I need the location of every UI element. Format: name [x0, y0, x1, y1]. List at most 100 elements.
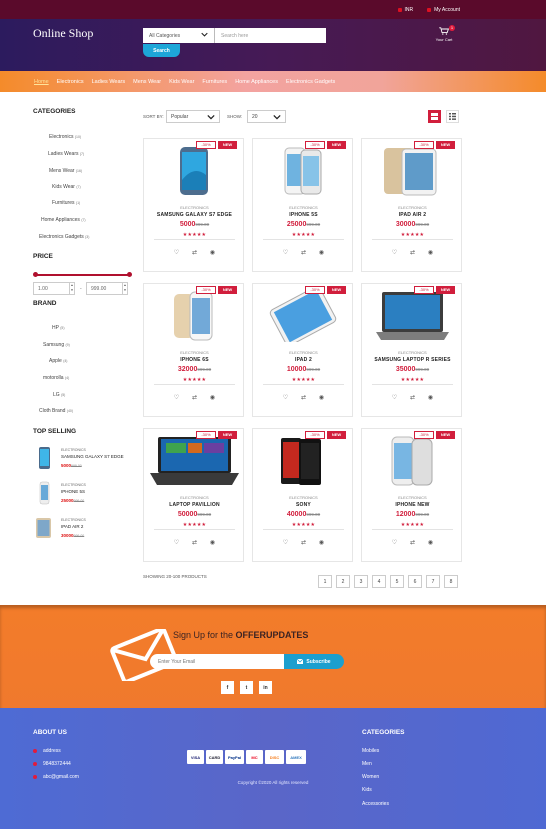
- category-item[interactable]: Home Appliances (7): [41, 217, 86, 223]
- list-view-button[interactable]: [446, 110, 459, 123]
- category-item[interactable]: Mens Wear (16): [49, 168, 82, 174]
- product-image[interactable]: [144, 435, 245, 487]
- price-slider-max-handle[interactable]: [127, 272, 132, 277]
- product-name[interactable]: SONY: [253, 502, 354, 508]
- product-card[interactable]: -30% NEW Electronics IPHONE 6S 32000999.00 ★★…: [143, 283, 244, 417]
- product-card[interactable]: -30% NEW Electronics SAMSUNG LAPTOP R SERIE…: [361, 283, 462, 417]
- site-logo[interactable]: Online Shop: [33, 26, 93, 41]
- price-max-stepper[interactable]: ▲ ▼: [122, 283, 127, 294]
- product-card[interactable]: -30% NEW Electronics SAMSUNG GALAXY S7 EDGE…: [143, 138, 244, 272]
- price-slider-min-handle[interactable]: [33, 272, 38, 277]
- top-selling-item[interactable]: Electronics IPAD AIR 2 30000999.00: [33, 516, 133, 540]
- wishlist-icon[interactable]: ♡: [173, 394, 181, 401]
- brand-item[interactable]: motorolla (4): [43, 375, 69, 381]
- brand-item[interactable]: Cloth Brand (40): [39, 408, 73, 414]
- cart-button[interactable]: 1 Your Cart: [432, 25, 456, 42]
- compare-icon[interactable]: ⇄: [409, 249, 417, 256]
- category-item[interactable]: Furnitures (1): [52, 200, 80, 206]
- phone-item[interactable]: 9848372444: [33, 761, 71, 767]
- brand-item[interactable]: Samsung (9): [43, 342, 70, 348]
- product-image[interactable]: [253, 435, 354, 487]
- compare-icon[interactable]: ⇄: [191, 249, 199, 256]
- compare-icon[interactable]: ⇄: [300, 249, 308, 256]
- compare-icon[interactable]: ⇄: [300, 539, 308, 546]
- nav-item-electronics-gadgets[interactable]: Electronics Gadgets: [286, 79, 335, 85]
- compare-icon[interactable]: ⇄: [191, 539, 199, 546]
- page-link[interactable]: 6: [408, 575, 422, 588]
- product-image[interactable]: [253, 286, 354, 346]
- subscribe-button[interactable]: Subscribe: [284, 654, 344, 669]
- nav-item-electronics[interactable]: Electronics: [57, 79, 84, 85]
- product-card[interactable]: -30% NEW Electronics LAPTOP PAVILLION 500009…: [143, 428, 244, 562]
- product-card[interactable]: -30% NEW Electronics IPAD AIR 2 30000999.00 ★…: [361, 138, 462, 272]
- footer-category-link[interactable]: Kids: [362, 787, 372, 793]
- top-selling-item[interactable]: Electronics IPHONE 5S 25000999.00: [33, 481, 133, 505]
- search-button[interactable]: Search: [143, 44, 180, 57]
- nav-item-kids-wear[interactable]: Kids Wear: [169, 79, 194, 85]
- show-select[interactable]: 20: [247, 110, 286, 123]
- page-link[interactable]: 4: [372, 575, 386, 588]
- product-card[interactable]: -30% NEW Electronics IPAD 2 10000999.00 ★★★★★…: [252, 283, 353, 417]
- wishlist-icon[interactable]: ♡: [282, 539, 290, 546]
- price-min-input[interactable]: 1.00 ▲ ▼: [33, 282, 75, 295]
- price-max-input[interactable]: 999.00 ▲ ▼: [86, 282, 128, 295]
- product-name[interactable]: LAPTOP PAVILLION: [144, 502, 245, 508]
- footer-category-link[interactable]: Mobiles: [362, 748, 379, 754]
- product-name[interactable]: SAMSUNG GALAXY S7 EDGE: [144, 212, 245, 218]
- footer-category-link[interactable]: Men: [362, 761, 372, 767]
- page-link[interactable]: 2: [336, 575, 350, 588]
- grid-view-button[interactable]: [428, 110, 441, 123]
- brand-item[interactable]: Apple (4): [49, 358, 67, 364]
- category-item[interactable]: Ladies Wears (7): [48, 151, 84, 157]
- nav-item-home-appliances[interactable]: Home Appliances: [235, 79, 278, 85]
- compare-icon[interactable]: ⇄: [191, 394, 199, 401]
- page-link[interactable]: 7: [426, 575, 440, 588]
- product-name[interactable]: SAMSUNG LAPTOP R SERIES: [362, 357, 463, 363]
- quick-view-icon[interactable]: ◉: [209, 249, 217, 256]
- footer-category-link[interactable]: Accessories: [362, 801, 389, 807]
- product-name[interactable]: IPAD 2: [253, 357, 354, 363]
- email-field[interactable]: [150, 654, 285, 669]
- nav-item-home[interactable]: Home: [34, 79, 49, 85]
- compare-icon[interactable]: ⇄: [409, 394, 417, 401]
- twitter-icon[interactable]: t: [240, 681, 253, 694]
- category-item[interactable]: Kids Wear (7): [52, 184, 81, 190]
- category-item[interactable]: Electronics Gadgets (3): [39, 234, 89, 240]
- instagram-icon[interactable]: in: [259, 681, 272, 694]
- currency-link[interactable]: INR: [397, 7, 413, 13]
- quick-view-icon[interactable]: ◉: [427, 394, 435, 401]
- wishlist-icon[interactable]: ♡: [173, 539, 181, 546]
- top-selling-item[interactable]: Electronics SAMSUNG GALAXY S7 EDGE 50009…: [33, 446, 133, 470]
- price-min-stepper[interactable]: ▲ ▼: [69, 283, 74, 294]
- product-name[interactable]: IPHONE 6S: [144, 357, 245, 363]
- page-link[interactable]: 8: [444, 575, 458, 588]
- footer-category-link[interactable]: Women: [362, 774, 379, 780]
- facebook-icon[interactable]: f: [221, 681, 234, 694]
- product-image[interactable]: [362, 290, 463, 342]
- search-input[interactable]: [215, 28, 326, 43]
- product-image[interactable]: [144, 290, 245, 342]
- quick-view-icon[interactable]: ◉: [318, 539, 326, 546]
- product-name[interactable]: IPAD AIR 2: [362, 212, 463, 218]
- compare-icon[interactable]: ⇄: [409, 539, 417, 546]
- category-item[interactable]: Electronics (10): [49, 134, 81, 140]
- product-image[interactable]: [144, 145, 245, 197]
- wishlist-icon[interactable]: ♡: [173, 249, 181, 256]
- page-link[interactable]: 3: [354, 575, 368, 588]
- quick-view-icon[interactable]: ◉: [318, 394, 326, 401]
- price-slider[interactable]: [33, 272, 132, 278]
- brand-item[interactable]: HP (5): [52, 325, 65, 331]
- wishlist-icon[interactable]: ♡: [391, 539, 399, 546]
- page-link[interactable]: 1: [318, 575, 332, 588]
- brand-item[interactable]: LG (5): [53, 392, 65, 398]
- account-link[interactable]: My Account: [427, 7, 460, 13]
- compare-icon[interactable]: ⇄: [300, 394, 308, 401]
- product-name[interactable]: IPHONE 5S: [253, 212, 354, 218]
- nav-item-furnitures[interactable]: Furnitures: [202, 79, 227, 85]
- nav-item-mens-wear[interactable]: Mens Wear: [133, 79, 161, 85]
- product-card[interactable]: -30% NEW Electronics IPHONE NEW 12000999.00 ★…: [361, 428, 462, 562]
- product-name[interactable]: IPHONE NEW: [362, 502, 463, 508]
- wishlist-icon[interactable]: ♡: [391, 394, 399, 401]
- page-link[interactable]: 5: [390, 575, 404, 588]
- product-image[interactable]: [362, 435, 463, 487]
